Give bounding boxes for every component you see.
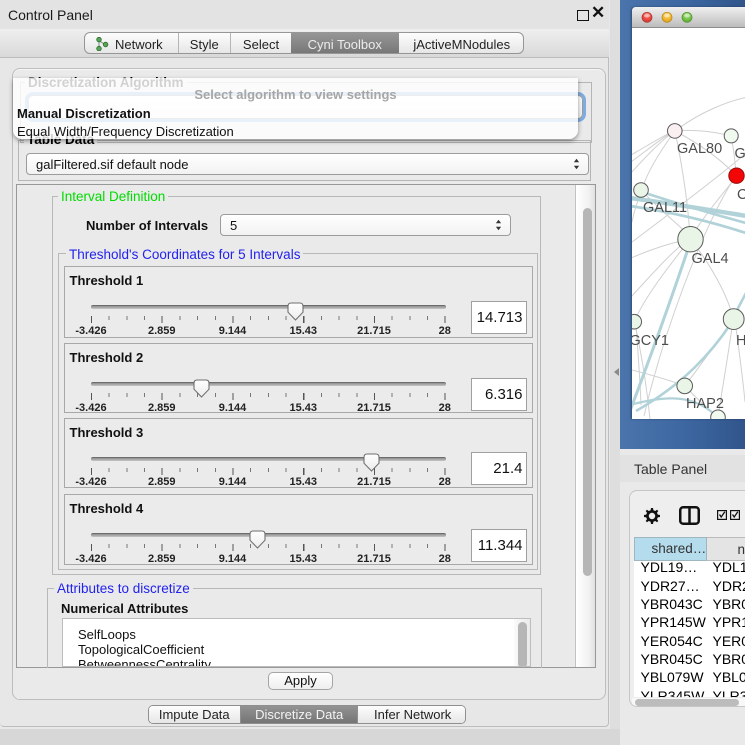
svg-text:GAL80: GAL80 — [677, 141, 722, 157]
svg-text:GCY1: GCY1 — [632, 333, 669, 349]
svg-text:GA: GA — [735, 146, 745, 162]
svg-text:HAP2: HAP2 — [686, 396, 724, 412]
svg-text:GAL11: GAL11 — [643, 200, 687, 216]
svg-text:GAL4: GAL4 — [692, 251, 729, 267]
svg-text:CD: CD — [737, 187, 745, 203]
svg-text:HI: HI — [736, 333, 745, 349]
